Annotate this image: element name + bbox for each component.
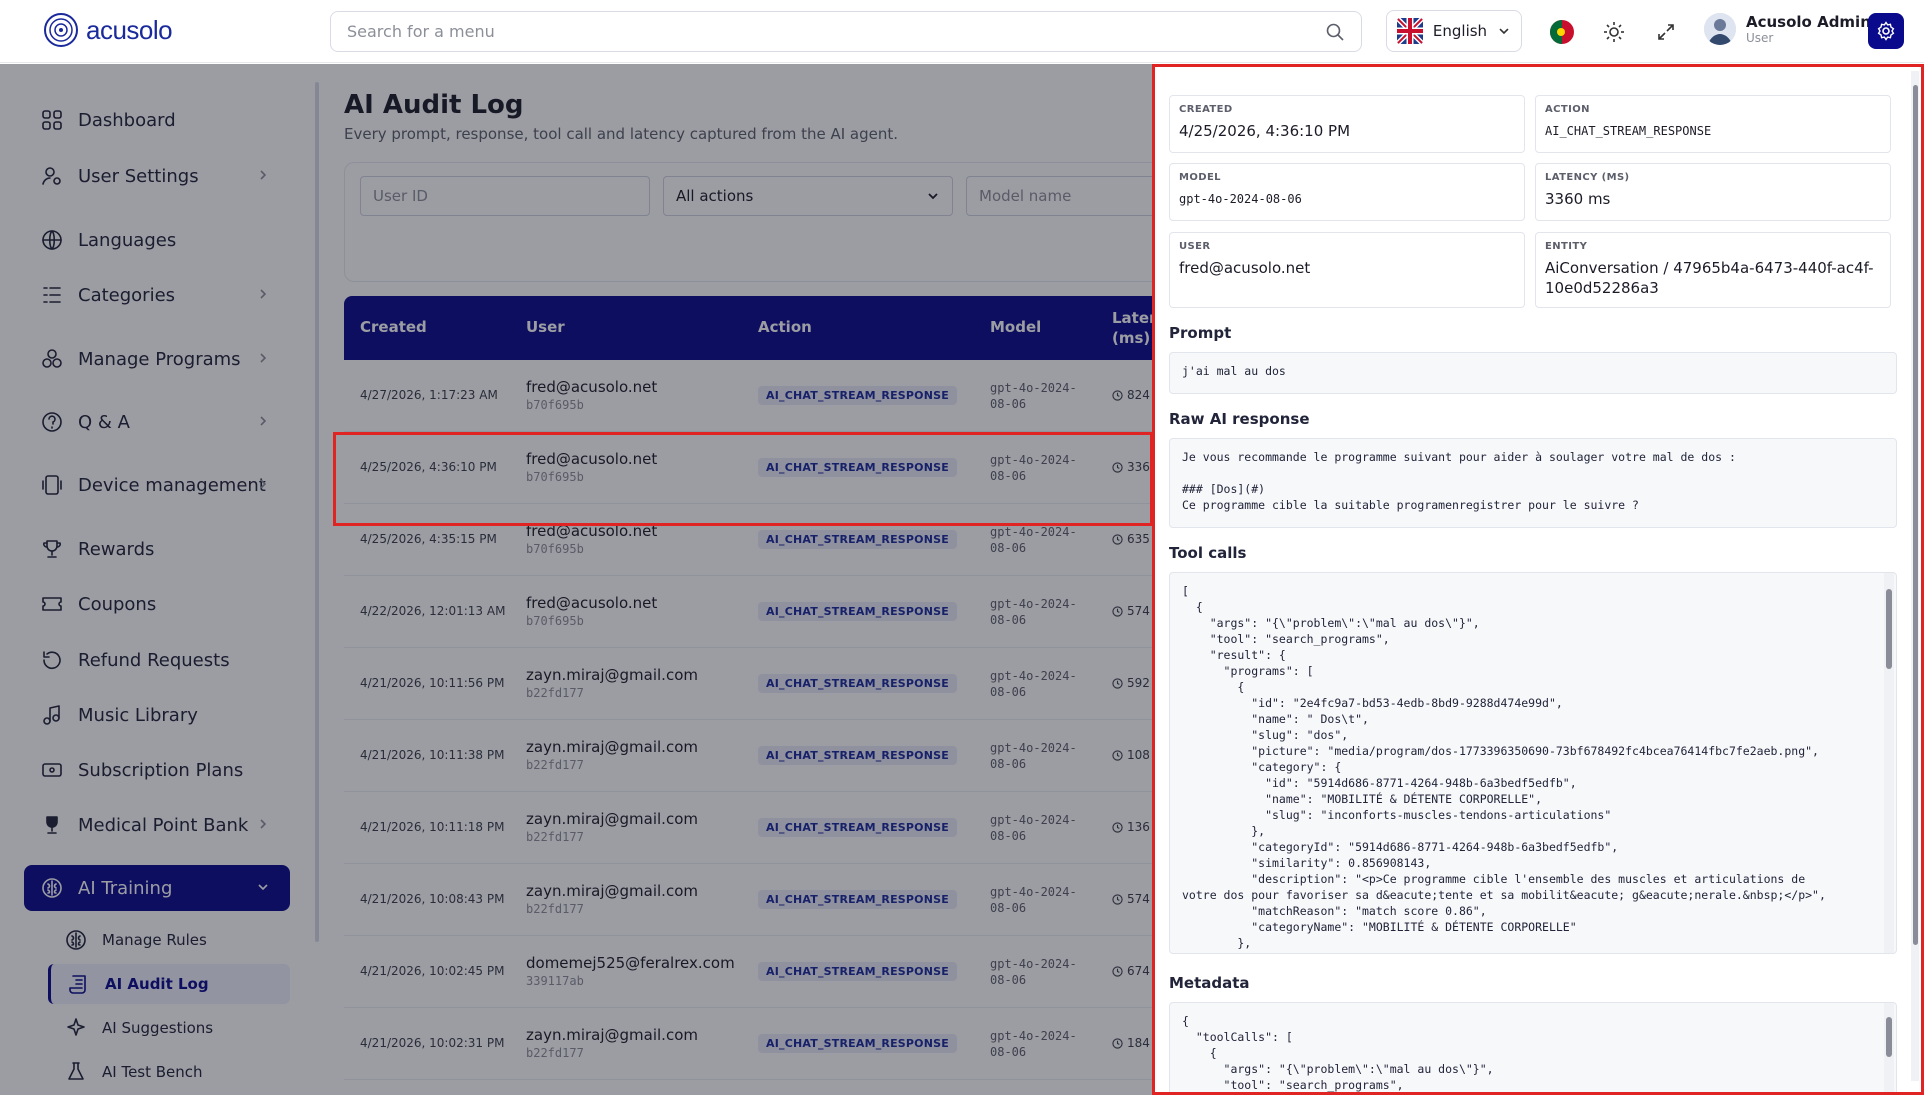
logo[interactable]: acusolo bbox=[44, 13, 173, 47]
modal-backdrop[interactable] bbox=[0, 64, 1152, 1095]
latency-field: LATENCY (MS) 3360 ms bbox=[1535, 163, 1891, 221]
raw-response-box: Je vous recommande le programme suivant … bbox=[1169, 438, 1897, 528]
search-input[interactable]: Search for a menu bbox=[330, 11, 1362, 52]
tool-calls-scrollbar[interactable] bbox=[1884, 573, 1894, 953]
logo-text: acusolo bbox=[86, 14, 173, 45]
uk-flag-icon bbox=[1397, 18, 1423, 44]
raw-response-title: Raw AI response bbox=[1169, 410, 1310, 428]
model-value: gpt-4o-2024-08-06 bbox=[1179, 192, 1302, 206]
metadata-scrollbar[interactable] bbox=[1884, 1003, 1894, 1092]
logo-mark-icon bbox=[44, 13, 78, 47]
user-field: USER fred@acusolo.net bbox=[1169, 232, 1525, 308]
user-menu[interactable]: Acusolo Admin User bbox=[1704, 13, 1871, 45]
sun-icon[interactable] bbox=[1600, 18, 1628, 46]
gear-icon bbox=[1877, 21, 1895, 41]
selected-row-highlight bbox=[333, 432, 1153, 526]
fullscreen-icon[interactable] bbox=[1652, 18, 1680, 46]
action-label: ACTION bbox=[1545, 104, 1590, 115]
model-label: MODEL bbox=[1179, 172, 1221, 183]
language-label: English bbox=[1432, 22, 1488, 40]
created-field: CREATED 4/25/2026, 4:36:10 PM bbox=[1169, 95, 1525, 153]
top-bar: acusolo Search for a menu English Acusol… bbox=[0, 0, 1924, 63]
entity-label: ENTITY bbox=[1545, 241, 1588, 252]
user-label: USER bbox=[1179, 241, 1211, 252]
user-value: fred@acusolo.net bbox=[1179, 259, 1311, 277]
action-value: AI_CHAT_STREAM_RESPONSE bbox=[1545, 124, 1712, 138]
prompt-box: j'ai mal au dos bbox=[1169, 352, 1897, 394]
settings-button[interactable] bbox=[1868, 13, 1904, 49]
latency-label: LATENCY (MS) bbox=[1545, 172, 1630, 183]
metadata-box[interactable]: { "toolCalls": [ { "args": "{\"problem\"… bbox=[1169, 1002, 1897, 1092]
drawer-scroll-thumb[interactable] bbox=[1913, 85, 1918, 945]
action-field: ACTION AI_CHAT_STREAM_RESPONSE bbox=[1535, 95, 1891, 153]
prompt-title: Prompt bbox=[1169, 324, 1232, 342]
tool-calls-title: Tool calls bbox=[1169, 544, 1247, 562]
tool-calls-scroll-thumb[interactable] bbox=[1886, 589, 1892, 669]
audit-detail-drawer: CREATED 4/25/2026, 4:36:10 PM ACTION AI_… bbox=[1152, 64, 1924, 1095]
created-label: CREATED bbox=[1179, 104, 1233, 115]
latency-value: 3360 ms bbox=[1545, 190, 1611, 208]
search-placeholder: Search for a menu bbox=[347, 22, 495, 41]
language-selector[interactable]: English bbox=[1386, 10, 1522, 52]
model-field: MODEL gpt-4o-2024-08-06 bbox=[1169, 163, 1525, 221]
metadata-scroll-thumb[interactable] bbox=[1886, 1017, 1892, 1057]
user-name: Acusolo Admin bbox=[1746, 13, 1871, 31]
created-value: 4/25/2026, 4:36:10 PM bbox=[1179, 122, 1351, 140]
drawer-scrollbar[interactable] bbox=[1911, 71, 1919, 1081]
user-role: User bbox=[1746, 31, 1774, 45]
metadata-title: Metadata bbox=[1169, 974, 1250, 992]
portugal-flag-icon[interactable] bbox=[1548, 18, 1576, 46]
chevron-down-icon bbox=[1499, 28, 1509, 35]
avatar bbox=[1704, 13, 1736, 45]
tool-calls-box[interactable]: [ { "args": "{\"problem\":\"mal au dos\"… bbox=[1169, 572, 1897, 954]
entity-value: AiConversation / 47965b4a-6473-440f-ac4f… bbox=[1545, 259, 1874, 297]
search-icon bbox=[1326, 23, 1344, 41]
entity-field: ENTITY AiConversation / 47965b4a-6473-44… bbox=[1535, 232, 1891, 308]
